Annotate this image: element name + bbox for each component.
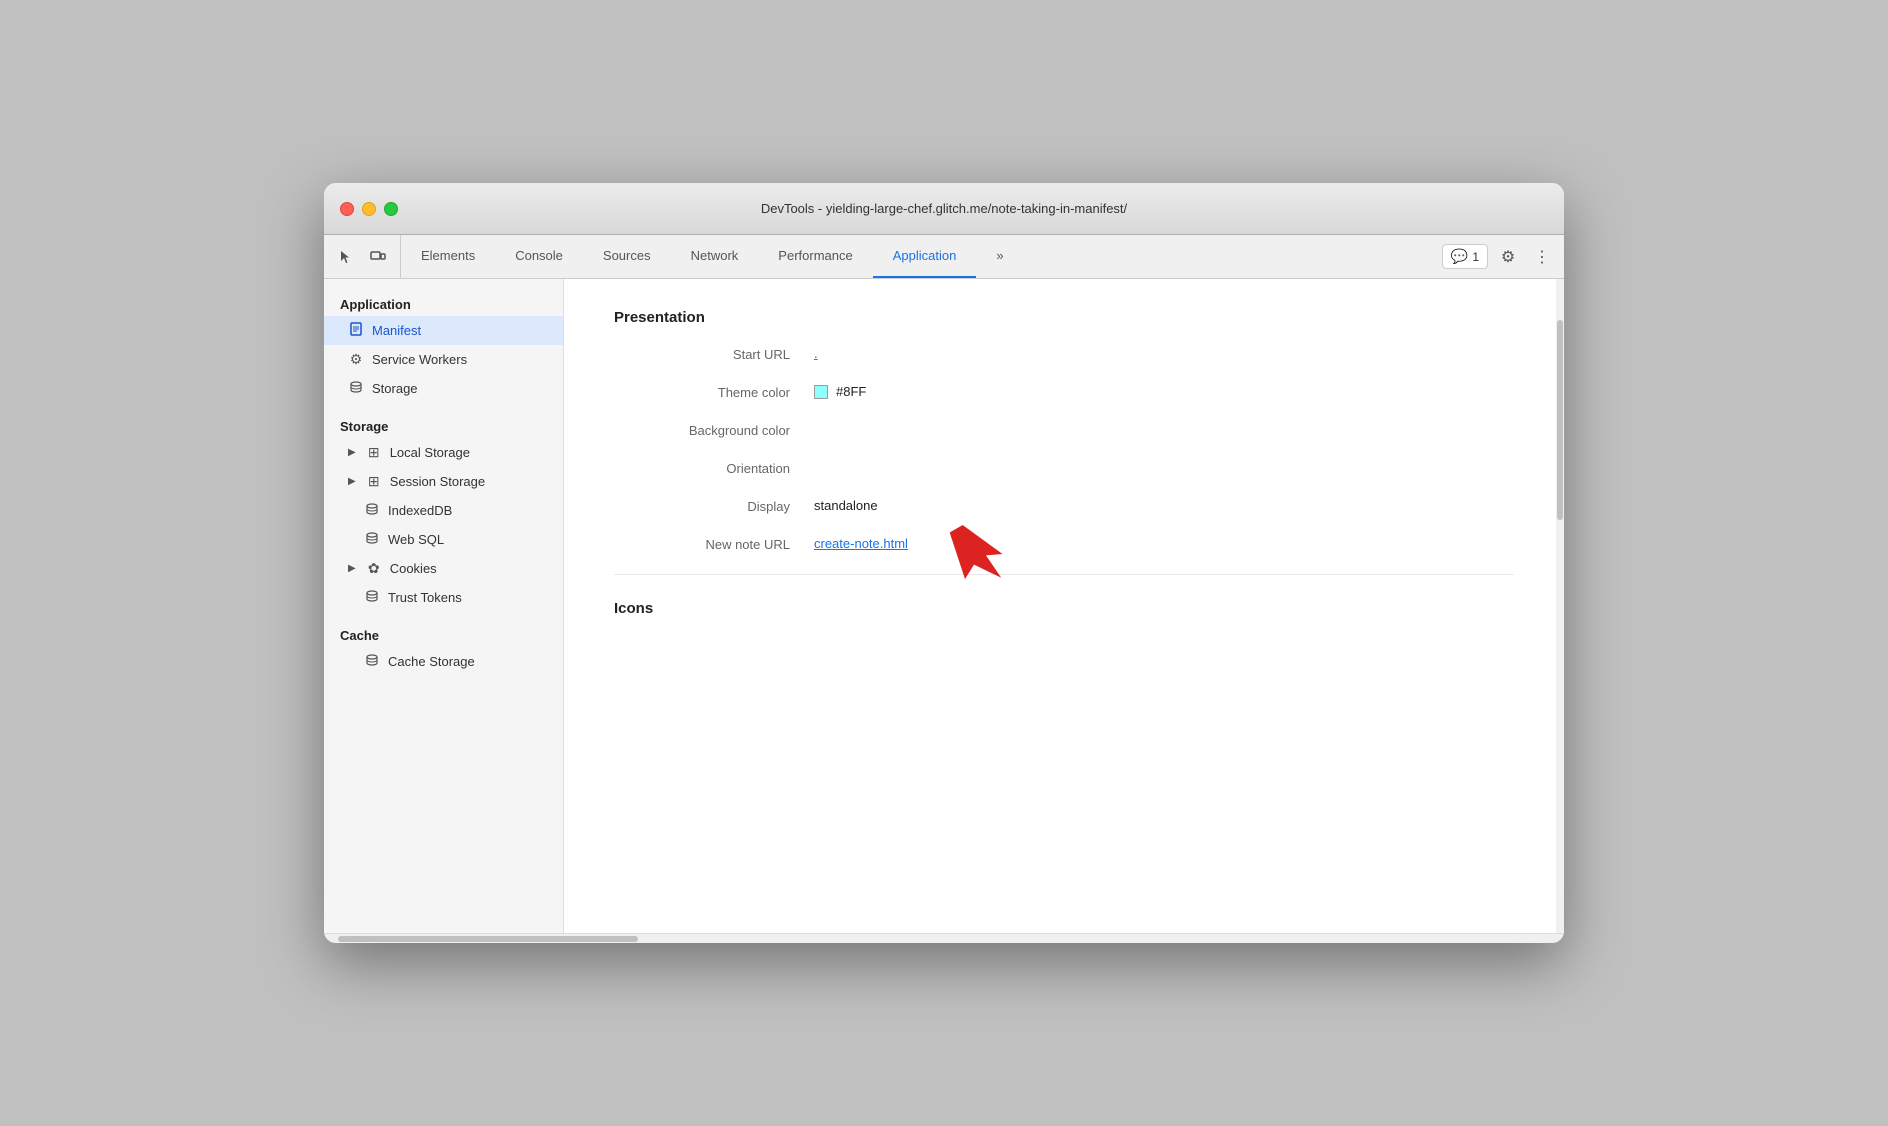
section-divider — [614, 574, 1514, 575]
expand-arrow-icon: ▶ — [348, 563, 356, 574]
settings-button[interactable]: ⚙ — [1494, 243, 1522, 271]
start-url-label: Start URL — [614, 346, 814, 362]
sidebar-item-indexed-db[interactable]: IndexedDB — [324, 496, 563, 525]
inspect-element-button[interactable] — [332, 243, 360, 271]
minimize-button[interactable] — [362, 202, 376, 216]
comments-button[interactable]: 💬 1 — [1442, 244, 1488, 269]
new-note-url-link[interactable]: create-note.html — [814, 536, 908, 551]
new-note-url-label: New note URL — [614, 536, 814, 552]
tab-network[interactable]: Network — [671, 235, 759, 278]
tab-performance[interactable]: Performance — [758, 235, 872, 278]
comment-icon: 💬 — [1451, 248, 1468, 265]
tab-console[interactable]: Console — [495, 235, 583, 278]
content-panel: Presentation Start URL . Theme color #8F… — [564, 279, 1564, 933]
toolbar: Elements Console Sources Network Perform… — [324, 235, 1564, 279]
close-button[interactable] — [340, 202, 354, 216]
sidebar-item-service-workers[interactable]: ⚙ Service Workers — [324, 345, 563, 374]
cookie-icon: ✿ — [366, 560, 382, 577]
expand-arrow-icon: ▶ — [348, 447, 356, 458]
sidebar-item-cookies[interactable]: ▶ ✿ Cookies — [324, 554, 563, 583]
cursor-icon — [338, 249, 354, 265]
db-icon — [364, 502, 380, 519]
tab-sources[interactable]: Sources — [583, 235, 671, 278]
content-inner: Presentation Start URL . Theme color #8F… — [564, 279, 1564, 667]
orientation-label: Orientation — [614, 460, 814, 476]
db-icon — [364, 531, 380, 548]
theme-color-value: #8FF — [814, 384, 866, 399]
sidebar-item-session-storage[interactable]: ▶ ⊞ Session Storage — [324, 467, 563, 496]
sidebar-item-web-sql[interactable]: Web SQL — [324, 525, 563, 554]
property-row-display: Display standalone — [614, 498, 1514, 514]
scrollbar-track — [1556, 279, 1564, 933]
toolbar-left-icons — [324, 235, 401, 278]
scrollbar-thumb[interactable] — [1557, 320, 1563, 520]
db-icon — [364, 589, 380, 606]
property-row-start-url: Start URL . — [614, 346, 1514, 362]
property-row-orientation: Orientation — [614, 460, 1514, 476]
maximize-button[interactable] — [384, 202, 398, 216]
storage-icon — [348, 380, 364, 397]
property-row-theme-color: Theme color #8FF — [614, 384, 1514, 400]
main-area: Application Manifest ⚙ Service Workers — [324, 279, 1564, 933]
sidebar-section-application: Application — [324, 289, 563, 316]
bottom-scrollbar-thumb[interactable] — [338, 936, 638, 942]
sidebar-item-storage[interactable]: Storage — [324, 374, 563, 403]
toolbar-right-actions: 💬 1 ⚙ ⋮ — [1434, 235, 1564, 278]
start-url-value[interactable]: . — [814, 346, 818, 361]
tab-bar: Elements Console Sources Network Perform… — [401, 235, 1434, 278]
window-title: DevTools - yielding-large-chef.glitch.me… — [761, 201, 1127, 216]
sidebar-item-cache-storage[interactable]: Cache Storage — [324, 647, 563, 676]
tab-application[interactable]: Application — [873, 235, 977, 278]
bg-color-label: Background color — [614, 422, 814, 438]
new-note-url-value: create-note.html — [814, 536, 908, 551]
grid-icon: ⊞ — [366, 444, 382, 461]
devtools-window: DevTools - yielding-large-chef.glitch.me… — [324, 183, 1564, 943]
sidebar: Application Manifest ⚙ Service Workers — [324, 279, 564, 933]
tab-elements[interactable]: Elements — [401, 235, 495, 278]
icons-section-header: Icons — [614, 600, 1514, 617]
sidebar-section-cache: Cache — [324, 620, 563, 647]
property-row-new-note-url: New note URL create-note.html — [614, 536, 1514, 552]
sidebar-section-storage: Storage — [324, 411, 563, 438]
db-icon — [364, 653, 380, 670]
sidebar-item-trust-tokens[interactable]: Trust Tokens — [324, 583, 563, 612]
tab-more[interactable]: » — [976, 235, 1023, 278]
bottom-scrollbar — [324, 933, 1564, 943]
expand-arrow-icon: ▶ — [348, 476, 356, 487]
window-controls — [340, 202, 398, 216]
sidebar-item-local-storage[interactable]: ▶ ⊞ Local Storage — [324, 438, 563, 467]
sidebar-item-manifest[interactable]: Manifest — [324, 316, 563, 345]
display-label: Display — [614, 498, 814, 514]
document-icon — [348, 322, 364, 339]
theme-color-swatch — [814, 385, 828, 399]
display-value: standalone — [814, 498, 878, 513]
titlebar: DevTools - yielding-large-chef.glitch.me… — [324, 183, 1564, 235]
property-row-bg-color: Background color — [614, 422, 1514, 438]
more-options-button[interactable]: ⋮ — [1528, 243, 1556, 271]
device-toggle-button[interactable] — [364, 243, 392, 271]
presentation-section-header: Presentation — [614, 309, 1514, 326]
device-icon — [370, 249, 386, 265]
annotation-arrow — [924, 516, 1014, 596]
theme-color-label: Theme color — [614, 384, 814, 400]
gear-icon: ⚙ — [348, 351, 364, 368]
grid-icon: ⊞ — [366, 473, 382, 490]
